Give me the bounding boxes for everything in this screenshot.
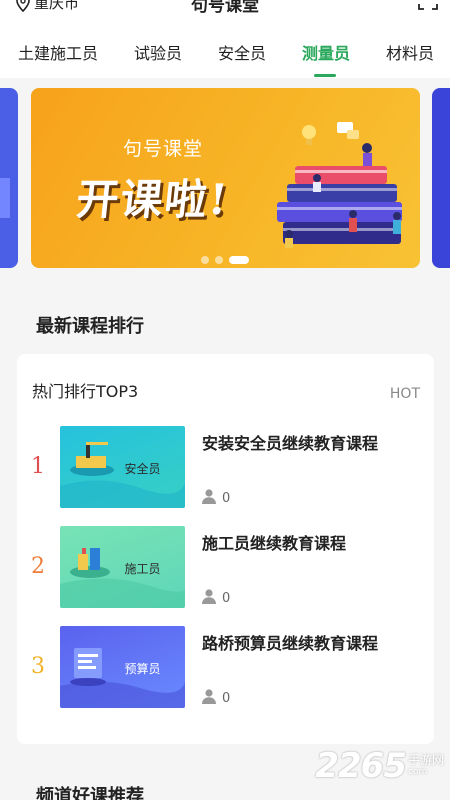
- learner-count: 0: [202, 489, 230, 508]
- rank-number: 3: [31, 654, 45, 679]
- banner-headline: 开课啦!: [74, 175, 232, 224]
- person-icon: [202, 689, 216, 708]
- person-icon: [202, 589, 216, 608]
- banner-subtitle: 句号课堂: [123, 138, 204, 160]
- top3-ranking-card: 热门排行TOP3 HOT 1 安全员 安装安全员继续教育课程 0 2 施工员 施…: [17, 354, 434, 744]
- course-title[interactable]: 路桥预算员继续教育课程: [202, 630, 378, 654]
- course-row[interactable]: 1 安全员 安装安全员继续教育课程 0: [17, 426, 434, 510]
- course-row[interactable]: 2 施工员 施工员继续教育课程 0: [17, 526, 434, 610]
- latest-courses-heading: 最新课程排行: [36, 316, 144, 337]
- thumbnail-label: 施工员: [124, 562, 161, 576]
- learner-count-value: 0: [222, 491, 231, 506]
- category-tabs: 土建施工员 试验员 安全员 测量员 材料员: [0, 14, 450, 78]
- tab-civil-construction[interactable]: 土建施工员: [18, 40, 98, 64]
- previous-banner-peek[interactable]: [0, 88, 18, 268]
- top-bar: 重庆市 句号课堂: [0, 0, 450, 14]
- active-tab-indicator: [314, 74, 336, 77]
- tab-materials-officer[interactable]: 材料员: [386, 40, 434, 64]
- banner-carousel[interactable]: 句号课堂 开课啦!: [0, 78, 450, 278]
- learner-count: 0: [202, 589, 230, 608]
- scan-icon[interactable]: [418, 0, 438, 14]
- person-icon: [202, 489, 216, 508]
- tab-surveyor[interactable]: 测量员: [302, 40, 350, 64]
- rank-number: 1: [31, 454, 45, 479]
- books-illustration: [277, 122, 402, 248]
- course-row[interactable]: 3 预算员 路桥预算员继续教育课程 0: [17, 626, 434, 710]
- carousel-dot[interactable]: [201, 256, 209, 264]
- carousel-dot[interactable]: [215, 256, 223, 264]
- course-title[interactable]: 施工员继续教育课程: [202, 530, 346, 554]
- course-thumbnail[interactable]: 安全员: [60, 426, 185, 508]
- app-title: 句号课堂: [191, 0, 259, 14]
- carousel-dots: [201, 256, 249, 264]
- course-thumbnail[interactable]: 施工员: [60, 526, 185, 608]
- course-thumbnail[interactable]: 预算员: [60, 626, 185, 708]
- carousel-dot-active[interactable]: [229, 256, 249, 264]
- learner-count-value: 0: [222, 591, 231, 606]
- thumbnail-label: 安全员: [124, 462, 161, 476]
- banner-slide[interactable]: 句号课堂 开课啦!: [31, 88, 420, 268]
- channel-recommendations-heading: 频道好课推荐: [36, 786, 144, 800]
- rank-number: 2: [31, 554, 45, 579]
- next-banner-peek[interactable]: [432, 88, 450, 268]
- tab-safety-officer[interactable]: 安全员: [218, 40, 266, 64]
- learner-count: 0: [202, 689, 230, 708]
- course-title[interactable]: 安装安全员继续教育课程: [202, 430, 378, 454]
- watermark-suffix: 手游网: [407, 753, 444, 768]
- tab-tester[interactable]: 试验员: [134, 40, 182, 64]
- hot-label: HOT: [389, 386, 420, 402]
- watermark-domain: com: [407, 766, 428, 777]
- ranking-card-title: 热门排行TOP3: [32, 382, 139, 401]
- watermark-number: 2265: [315, 746, 407, 786]
- watermark: 2265 手游网 com: [315, 746, 444, 786]
- thumbnail-label: 预算员: [124, 662, 161, 676]
- learner-count-value: 0: [222, 691, 231, 706]
